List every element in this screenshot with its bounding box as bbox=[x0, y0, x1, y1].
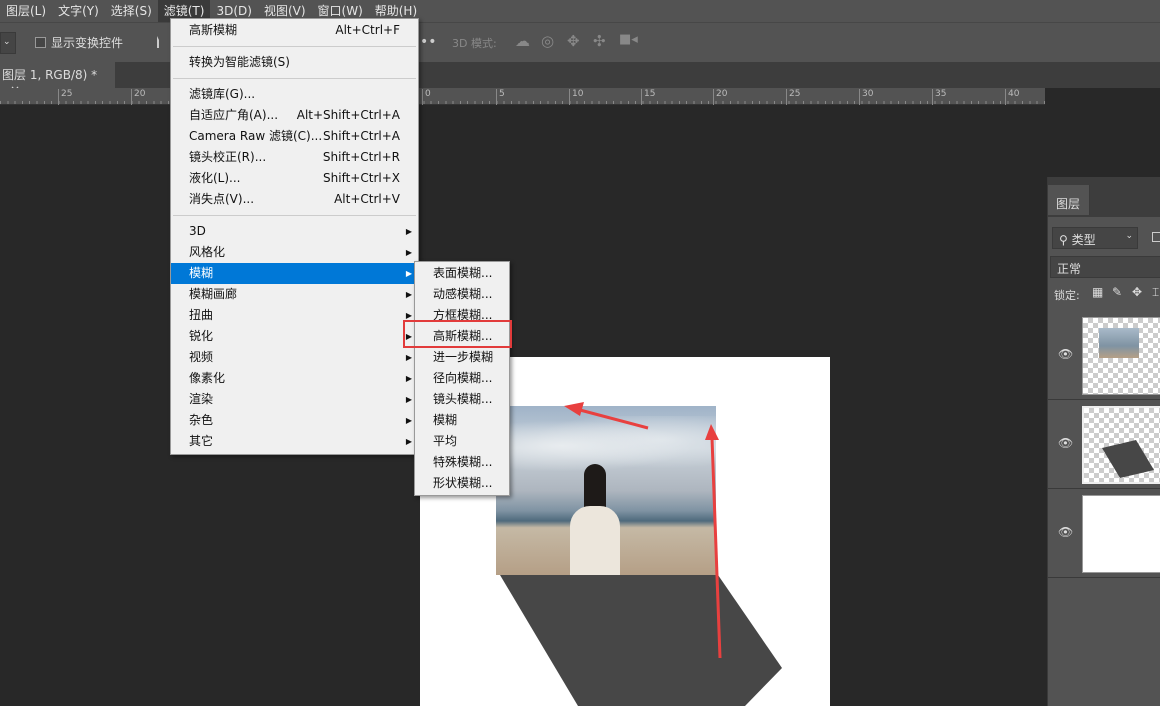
layer-row[interactable]: 👁 bbox=[1048, 400, 1160, 489]
menu-item[interactable]: 液化(L)... Shift+Ctrl+X bbox=[171, 168, 418, 189]
submenu-arrow-icon: ▶ bbox=[405, 353, 412, 362]
submenu-distort[interactable]: 扭曲 ▶ bbox=[171, 305, 418, 326]
menu-item-surface-blur[interactable]: 表面模糊... bbox=[415, 263, 509, 284]
shortcut: Shift+Ctrl+A bbox=[323, 129, 400, 143]
menu-item-label: 模糊画廊 bbox=[189, 287, 238, 301]
visibility-eye-icon[interactable]: 👁 bbox=[1058, 525, 1073, 539]
menu-item-label: 自适应广角(A)... bbox=[189, 108, 279, 122]
menu-item-smart-filter[interactable]: 转换为智能滤镜(S) bbox=[171, 52, 418, 73]
blend-mode-label: 正常 bbox=[1057, 262, 1082, 276]
submenu-arrow-icon: ▶ bbox=[405, 269, 412, 278]
shortcut: Shift+Ctrl+R bbox=[322, 150, 400, 164]
menu-item-label: 模糊 bbox=[189, 266, 214, 280]
menu-item[interactable]: 镜头校正(R)... Shift+Ctrl+R bbox=[171, 147, 418, 168]
lock-artboard-icon[interactable]: ⌶ bbox=[1152, 285, 1159, 300]
submenu-sharpen[interactable]: 锐化 ▶ bbox=[171, 326, 418, 347]
arrow-line bbox=[579, 408, 649, 430]
submenu-blur-gallery[interactable]: 模糊画廊 ▶ bbox=[171, 284, 418, 305]
menu-item[interactable]: 自适应广角(A)... Alt+Shift+Ctrl+A bbox=[171, 105, 418, 126]
menu-item-lens-blur[interactable]: 镜头模糊... bbox=[415, 389, 509, 410]
menu-item-label: 扭曲 bbox=[189, 308, 214, 322]
layer-thumbnail bbox=[1082, 317, 1160, 395]
menu-item-radial-blur[interactable]: 径向模糊... bbox=[415, 368, 509, 389]
menu-item-label: 杂色 bbox=[189, 413, 214, 427]
search-icon: ⚲ bbox=[1059, 233, 1068, 247]
lock-transparency-icon[interactable]: ▦ bbox=[1092, 285, 1103, 299]
menu-item-label: 消失点(V)... bbox=[189, 192, 255, 206]
layer-thumbnail bbox=[1082, 406, 1160, 484]
submenu-arrow-icon: ▶ bbox=[405, 248, 412, 257]
menu-item-blur[interactable]: 模糊 bbox=[415, 410, 509, 431]
submenu-arrow-icon: ▶ bbox=[405, 395, 412, 404]
layers-panel: 图层 ⚲ 类型 ⌄ 正常 锁定: ▦ ✎ ✥ ⌶ 👁 👁 👁 bbox=[1047, 177, 1160, 706]
submenu-noise[interactable]: 杂色 ▶ bbox=[171, 410, 418, 431]
menu-item[interactable]: Camera Raw 滤镜(C)... Shift+Ctrl+A bbox=[171, 126, 418, 147]
menu-item-label: 风格化 bbox=[189, 245, 226, 259]
separator bbox=[173, 78, 416, 79]
submenu-arrow-icon: ▶ bbox=[405, 416, 412, 425]
submenu-3d[interactable]: 3D ▶ bbox=[171, 221, 418, 242]
lock-paint-icon[interactable]: ✎ bbox=[1112, 285, 1122, 299]
submenu-video[interactable]: 视频 ▶ bbox=[171, 347, 418, 368]
tab-layers[interactable]: 图层 bbox=[1048, 185, 1090, 215]
layer-thumbnail bbox=[1082, 495, 1160, 573]
menu-item-label: 液化(L)... bbox=[189, 171, 241, 185]
separator bbox=[173, 46, 416, 47]
shortcut: Alt+Ctrl+V bbox=[334, 192, 400, 206]
menu-item[interactable]: 消失点(V)... Alt+Ctrl+V bbox=[171, 189, 418, 210]
layer-row[interactable]: 👁 bbox=[1048, 311, 1160, 400]
layer-filter-dropdown[interactable]: ⚲ 类型 ⌄ bbox=[1052, 227, 1138, 249]
submenu-pixelate[interactable]: 像素化 ▶ bbox=[171, 368, 418, 389]
menu-item-label: 滤镜库(G)... bbox=[189, 87, 256, 101]
image-filter-icon[interactable] bbox=[1152, 232, 1160, 242]
menu-item-blur-more[interactable]: 进一步模糊 bbox=[415, 347, 509, 368]
menu-item-last-filter[interactable]: 高斯模糊 Alt+Ctrl+F bbox=[171, 20, 418, 41]
menu-item-shape-blur[interactable]: 形状模糊... bbox=[415, 473, 509, 494]
blur-submenu: 表面模糊... 动感模糊... 方框模糊... 高斯模糊... 进一步模糊 径向… bbox=[414, 261, 510, 496]
arrow-head bbox=[564, 402, 584, 416]
arrow-head bbox=[705, 424, 719, 440]
menu-item-label: 高斯模糊 bbox=[189, 23, 238, 37]
shortcut: Shift+Ctrl+X bbox=[323, 171, 400, 185]
shortcut: Alt+Shift+Ctrl+A bbox=[296, 108, 400, 122]
blend-mode-dropdown[interactable]: 正常 bbox=[1050, 256, 1160, 278]
filter-label: 类型 bbox=[1071, 233, 1096, 247]
submenu-arrow-icon: ▶ bbox=[405, 374, 412, 383]
menu-item[interactable]: 滤镜库(G)... bbox=[171, 84, 418, 105]
menu-item-label: 渲染 bbox=[189, 392, 214, 406]
menu-item-label: 视频 bbox=[189, 350, 214, 364]
layer-row[interactable]: 👁 bbox=[1048, 489, 1160, 578]
highlight-box bbox=[403, 320, 512, 348]
separator bbox=[173, 215, 416, 216]
submenu-other[interactable]: 其它 ▶ bbox=[171, 431, 418, 452]
submenu-arrow-icon: ▶ bbox=[405, 437, 412, 446]
lock-move-icon[interactable]: ✥ bbox=[1132, 285, 1142, 299]
visibility-eye-icon[interactable]: 👁 bbox=[1058, 347, 1073, 361]
menu-item-label: 锐化 bbox=[189, 329, 214, 343]
lock-label: 锁定: bbox=[1054, 289, 1080, 302]
menu-item-average[interactable]: 平均 bbox=[415, 431, 509, 452]
menu-item-label: 镜头校正(R)... bbox=[189, 150, 267, 164]
menu-item-label: 其它 bbox=[189, 434, 214, 448]
submenu-blur[interactable]: 模糊 ▶ bbox=[171, 263, 418, 284]
shortcut: Alt+Ctrl+F bbox=[335, 23, 400, 37]
menu-item-motion-blur[interactable]: 动感模糊... bbox=[415, 284, 509, 305]
menu-item-label: Camera Raw 滤镜(C)... bbox=[189, 129, 323, 143]
menu-item-label: 像素化 bbox=[189, 371, 226, 385]
submenu-stylize[interactable]: 风格化 ▶ bbox=[171, 242, 418, 263]
filter-menu: 高斯模糊 Alt+Ctrl+F 转换为智能滤镜(S) 滤镜库(G)... 自适应广… bbox=[170, 18, 419, 455]
menu-item-label: 3D bbox=[189, 224, 206, 238]
chevron-down-icon: ⌄ bbox=[1125, 231, 1133, 241]
arrow-line bbox=[710, 437, 722, 659]
annotation-arrows bbox=[564, 402, 722, 659]
submenu-render[interactable]: 渲染 ▶ bbox=[171, 389, 418, 410]
submenu-arrow-icon: ▶ bbox=[405, 290, 412, 299]
submenu-arrow-icon: ▶ bbox=[405, 227, 412, 236]
visibility-eye-icon[interactable]: 👁 bbox=[1058, 436, 1073, 450]
menu-item-smart-blur[interactable]: 特殊模糊... bbox=[415, 452, 509, 473]
